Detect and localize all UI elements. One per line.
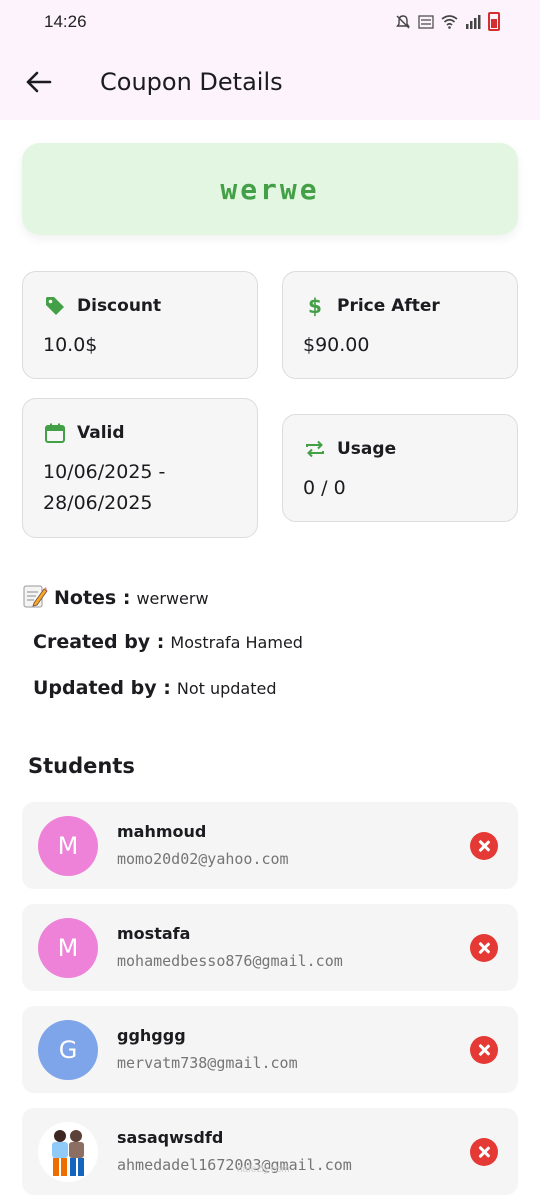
avatar-initial: G (58, 1036, 78, 1064)
student-row: M mostafa mohamedbesso876@gmail.com (22, 904, 518, 991)
avatar-initial: M (57, 934, 79, 962)
student-name: mahmoud (117, 822, 207, 841)
usage-label: Usage (337, 439, 397, 459)
discount-value: 10.0$ (43, 334, 98, 356)
mute-icon (396, 14, 410, 28)
price-after-value: $90.00 (303, 334, 370, 356)
back-arrow-icon (26, 71, 52, 93)
created-by-row: Created by : Mostrafa Hamed (33, 631, 303, 653)
coupon-code: werwe (220, 172, 320, 206)
student-email: mohamedbesso876@gmail.com (117, 952, 343, 970)
tag-icon (43, 294, 67, 318)
page-title: Coupon Details (100, 68, 283, 96)
avatar-photo-illustration (52, 1130, 84, 1176)
usage-card: Usage 0 / 0 (282, 414, 518, 522)
valid-label: Valid (77, 423, 125, 443)
avatar: G (38, 1020, 98, 1080)
avatar-photo (38, 1122, 98, 1182)
created-by-value: Mostrafa Hamed (170, 632, 303, 652)
discount-card: Discount 10.0$ (22, 271, 258, 379)
calendar-icon (43, 421, 67, 445)
wifi-icon (441, 15, 458, 29)
dollar-icon: $ (303, 294, 327, 318)
valid-start-date: 10/06/2025 - (43, 461, 166, 483)
remove-student-button[interactable] (470, 1036, 498, 1064)
student-row: sasaqwsdfd ahmedadel1672003@gmail.com (22, 1108, 518, 1195)
signal-icon (466, 15, 481, 29)
usage-value: 0 / 0 (303, 477, 346, 499)
student-row: M mahmoud momo20d02@yahoo.com (22, 802, 518, 889)
back-button[interactable] (22, 65, 56, 99)
updated-by-label: Updated by : (33, 677, 171, 699)
remove-student-button[interactable] (470, 934, 498, 962)
battery-icon (488, 12, 500, 31)
notes-row: Notes : werwerw (22, 583, 209, 613)
price-after-label: Price After (337, 296, 440, 316)
student-email: momo20d02@yahoo.com (117, 850, 289, 868)
valid-end-date: 28/06/2025 (43, 492, 153, 514)
student-name: sasaqwsdfd (117, 1128, 224, 1147)
svg-text:$: $ (308, 294, 322, 318)
remove-student-button[interactable] (470, 1138, 498, 1166)
notes-label: Notes : (54, 587, 131, 609)
status-icons (395, 12, 500, 31)
notes-value: werwerw (136, 588, 209, 608)
status-bar: 14:26 (0, 0, 540, 50)
student-name: gghggg (117, 1026, 186, 1045)
repeat-icon (303, 437, 327, 461)
discount-label: Discount (77, 296, 162, 316)
app-bar: Coupon Details (0, 50, 540, 120)
student-email: ahmedadel1672003@gmail.com (117, 1156, 352, 1174)
avatar-initial: M (57, 832, 79, 860)
student-row: G gghggg mervatm738@gmail.com (22, 1006, 518, 1093)
status-time: 14:26 (44, 12, 87, 31)
memo-icon (22, 583, 48, 613)
watermark: nafezly.com (237, 1164, 290, 1175)
price-after-card: $ Price After $90.00 (282, 271, 518, 379)
valid-card: Valid 10/06/2025 - 28/06/2025 (22, 398, 258, 538)
volte-icon (418, 14, 434, 29)
coupon-code-banner: werwe (22, 143, 518, 235)
student-name: mostafa (117, 924, 191, 943)
created-by-label: Created by : (33, 631, 165, 653)
avatar: M (38, 816, 98, 876)
updated-by-value: Not updated (176, 678, 277, 698)
students-section-title: Students (28, 754, 135, 778)
remove-student-button[interactable] (470, 832, 498, 860)
student-email: mervatm738@gmail.com (117, 1054, 298, 1072)
updated-by-row: Updated by : Not updated (33, 677, 277, 699)
avatar: M (38, 918, 98, 978)
